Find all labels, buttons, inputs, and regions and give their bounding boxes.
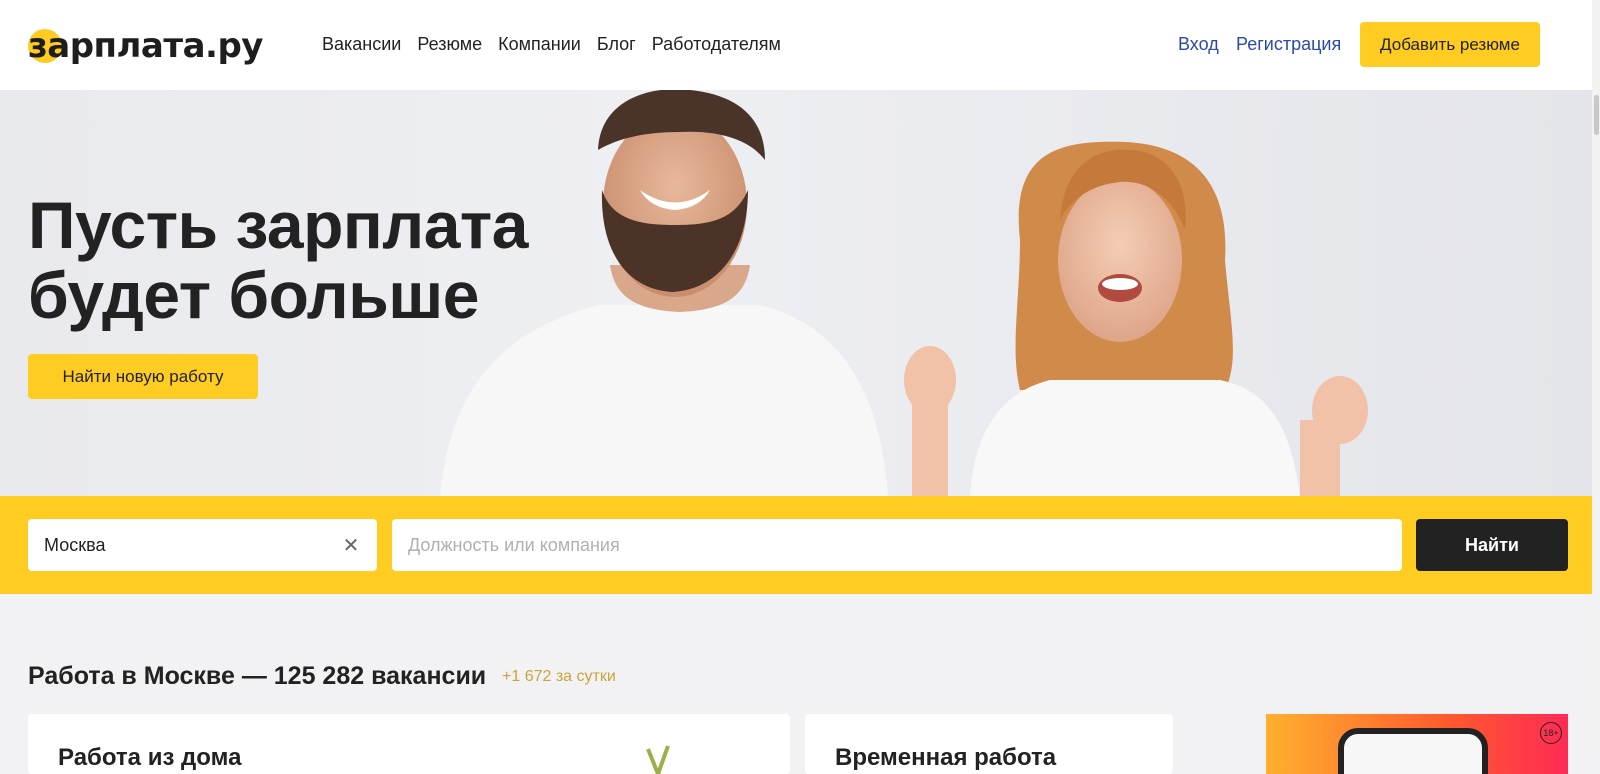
add-resume-button[interactable]: Добавить резюме [1360, 22, 1540, 67]
site-header: зарплата.ру Вакансии Резюме Компании Бло… [0, 0, 1600, 90]
phone-icon [1338, 728, 1488, 774]
card-title: Работа из дома [58, 744, 242, 771]
woman-figure [904, 141, 1368, 496]
find-job-button[interactable]: Найти новую работу [28, 354, 258, 399]
hero-title-line-2: будет больше [28, 258, 480, 332]
hero-title-line-1: Пусть зарплата [28, 188, 528, 262]
vacancies-heading: Работа в Москве — 125 282 вакансии [28, 662, 487, 690]
card-title: Временная работа [835, 744, 1057, 771]
nav-item-vacancies[interactable]: Вакансии [322, 34, 401, 55]
scrollbar-thumb[interactable] [1594, 95, 1599, 135]
nav-item-blog[interactable]: Блог [597, 34, 636, 55]
category-card-temporary[interactable]: Временная работа [805, 714, 1173, 774]
hero-banner: Пусть зарплата будет больше Найти новую … [0, 90, 1592, 496]
register-link[interactable]: Регистрация [1236, 34, 1341, 55]
search-bar: Москва ✕ Найти [0, 496, 1592, 594]
vacancies-delta: +1 672 за сутки [502, 668, 616, 685]
nav-item-companies[interactable]: Компании [498, 34, 581, 55]
city-value: Москва [44, 534, 106, 555]
nav-item-resumes[interactable]: Резюме [417, 34, 482, 55]
city-field[interactable]: Москва ✕ [28, 519, 377, 571]
logo[interactable]: зарплата.ру [28, 26, 263, 66]
logo-text: зарплата.ру [28, 26, 263, 66]
clear-icon[interactable]: ✕ [339, 533, 363, 557]
login-link[interactable]: Вход [1178, 34, 1219, 55]
plant-icon [646, 745, 670, 774]
search-button[interactable]: Найти [1416, 519, 1568, 571]
age-badge: 18+ [1540, 722, 1562, 744]
job-search-input[interactable] [392, 519, 1402, 571]
scrollbar[interactable] [1592, 0, 1600, 757]
app-promo-banner[interactable]: 18+ [1266, 714, 1568, 774]
hero-title: Пусть зарплата будет больше [28, 190, 528, 330]
category-card-remote[interactable]: Работа из дома [28, 714, 790, 774]
main-nav: Вакансии Резюме Компании Блог Работодате… [322, 34, 781, 55]
nav-item-employers[interactable]: Работодателям [652, 34, 781, 55]
